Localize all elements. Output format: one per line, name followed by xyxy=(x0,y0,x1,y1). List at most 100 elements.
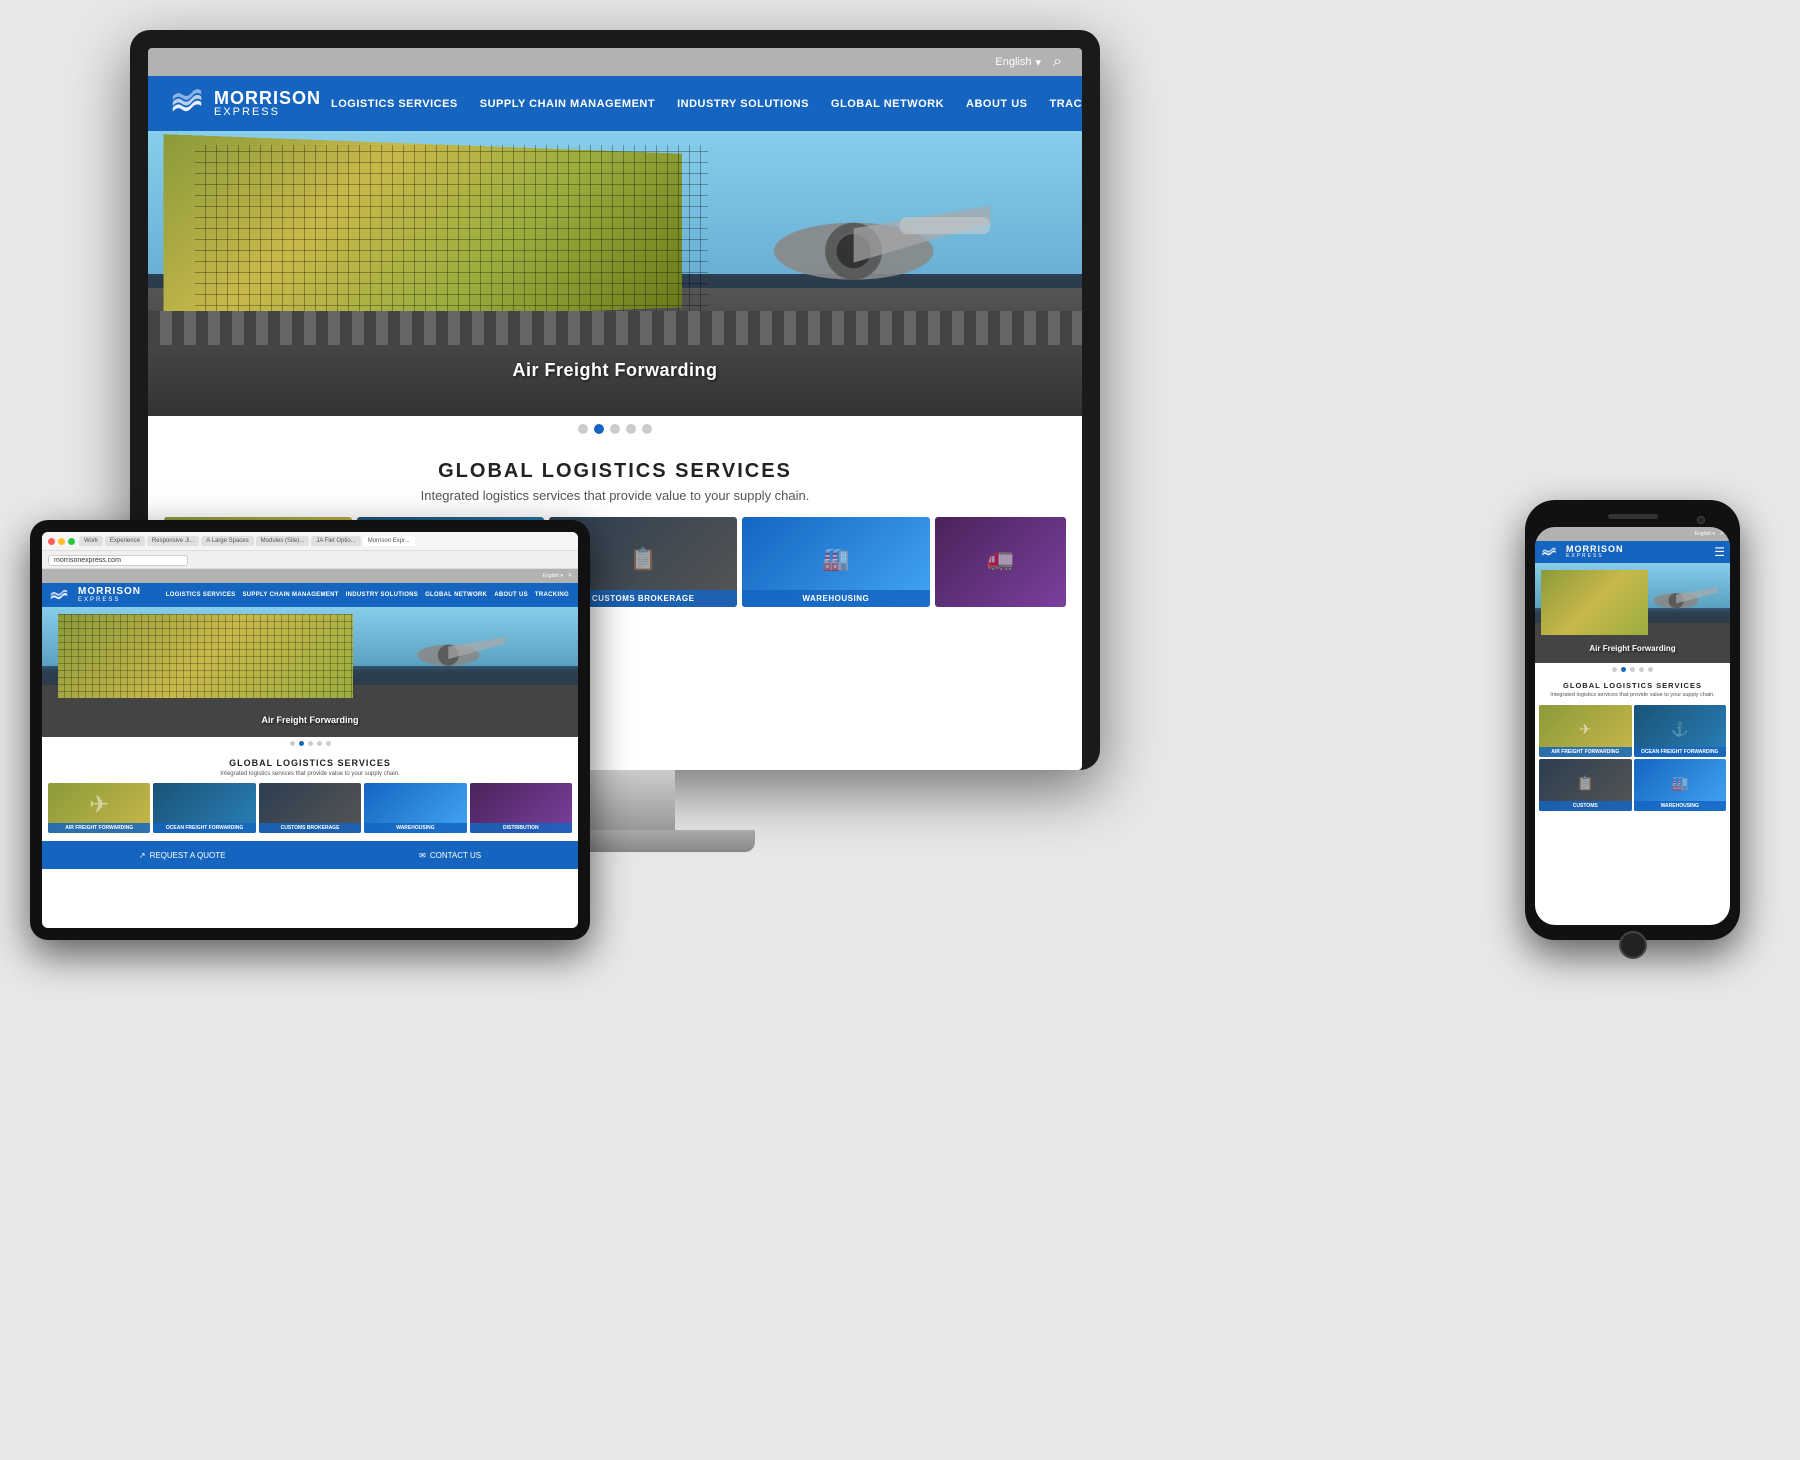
phone-logo-icon xyxy=(1540,543,1558,561)
phone-hero-dots[interactable] xyxy=(1535,663,1730,676)
tablet-nav-industry[interactable]: INDUSTRY SOLUTIONS xyxy=(343,592,421,598)
phone-service-grid: ✈ AIR FREIGHT FORWARDING ⚓ OCEAN FREIGHT… xyxy=(1535,705,1730,815)
tablet-dot-0[interactable] xyxy=(290,741,295,746)
phone-logo-tagline: EXPRESS xyxy=(1566,554,1624,559)
phone-search-icon[interactable]: ⌕ xyxy=(1720,530,1724,538)
desktop-search-icon[interactable]: ⌕ xyxy=(1053,53,1062,71)
card-warehouse-label: WAREHOUSING xyxy=(742,590,930,607)
tablet-card-warehouse-label: WAREHOUSING xyxy=(364,823,466,833)
card-distribution[interactable]: 🚛 xyxy=(935,517,1066,607)
tablet-nav-logistics[interactable]: LOGISTICS SERVICES xyxy=(163,592,239,598)
phone-card-ocean[interactable]: ⚓ OCEAN FREIGHT FORWARDING xyxy=(1634,705,1727,757)
desktop-logo[interactable]: MORRISON EXPRESS xyxy=(168,85,321,123)
tablet-dot-1[interactable] xyxy=(299,741,304,746)
hero-dot-2[interactable] xyxy=(610,424,620,434)
phone-card-air[interactable]: ✈ AIR FREIGHT FORWARDING xyxy=(1539,705,1632,757)
tab-jaflet[interactable]: JA Flet Optio... xyxy=(311,536,360,546)
tablet-nav-about[interactable]: ABOUT US xyxy=(491,592,531,598)
phone-logo[interactable]: MORRISON EXPRESS xyxy=(1540,543,1624,561)
tab-experience[interactable]: Experience xyxy=(105,536,145,546)
hero-dot-3[interactable] xyxy=(626,424,636,434)
nav-industry[interactable]: INDUSTRY SOLUTIONS xyxy=(667,98,819,110)
tablet-services: GLOBAL LOGISTICS SERVICES Integrated log… xyxy=(42,750,578,841)
tablet-dot-4[interactable] xyxy=(326,741,331,746)
phone-home-button[interactable] xyxy=(1619,931,1647,959)
phone-dot-0[interactable] xyxy=(1612,667,1617,672)
nav-global[interactable]: GLOBAL NETWORK xyxy=(821,98,954,110)
tablet-card-ocean[interactable]: OCEAN FREIGHT FORWARDING xyxy=(153,783,255,833)
nav-about[interactable]: ABOUT US xyxy=(956,98,1037,110)
tab-spaces[interactable]: A Large Spaces xyxy=(201,536,253,546)
tab-responsive[interactable]: Responsive Ji... xyxy=(147,536,199,546)
phone-services-title: GLOBAL LOGISTICS SERVICES xyxy=(1539,681,1726,690)
hero-dot-0[interactable] xyxy=(578,424,588,434)
nav-tracking[interactable]: TRACKING xyxy=(1040,98,1083,110)
logo-tagline: EXPRESS xyxy=(214,107,321,118)
tablet-card-warehouse[interactable]: WAREHOUSING xyxy=(364,783,466,833)
tablet-dot-3[interactable] xyxy=(317,741,322,746)
lang-label: English xyxy=(995,56,1031,68)
phone-hamburger-icon[interactable]: ☰ xyxy=(1714,545,1725,559)
services-subtitle: Integrated logistics services that provi… xyxy=(164,488,1066,503)
card-warehouse[interactable]: 🏭 WAREHOUSING xyxy=(742,517,930,607)
contact-icon: ✉ xyxy=(419,851,426,860)
logo-wave-icon xyxy=(168,85,206,123)
tablet-bezel: Work Experience Responsive Ji... A Large… xyxy=(30,520,590,940)
tablet-card-distribution[interactable]: DISTRIBUTION xyxy=(470,783,572,833)
tablet-card-air[interactable]: AIR FREIGHT FORWARDING xyxy=(48,783,150,833)
phone-dot-2[interactable] xyxy=(1630,667,1635,672)
phone-services-header: GLOBAL LOGISTICS SERVICES Integrated log… xyxy=(1535,676,1730,705)
nav-logistics[interactable]: LOGISTICS SERVICES xyxy=(321,98,468,110)
hero-dot-1[interactable] xyxy=(594,424,604,434)
tab-modules[interactable]: Modules (Site)... xyxy=(256,536,310,546)
tablet-hero-dots[interactable] xyxy=(42,737,578,750)
desktop-lang[interactable]: English ▾ xyxy=(995,56,1041,69)
phone-hero: Air Freight Forwarding xyxy=(1535,563,1730,663)
plane-svg xyxy=(699,160,1054,331)
phone-camera xyxy=(1697,516,1705,524)
tablet-screen: Work Experience Responsive Ji... A Large… xyxy=(42,532,578,928)
phone-card-ocean-label: OCEAN FREIGHT FORWARDING xyxy=(1634,747,1727,757)
tab-morrison[interactable]: Morrison Expr... xyxy=(363,536,415,546)
tablet-request-quote[interactable]: ↗ REQUEST A QUOTE xyxy=(139,851,226,860)
lang-arrow-icon: ▾ xyxy=(1036,56,1042,69)
phone-dot-1[interactable] xyxy=(1621,667,1626,672)
phone-bezel: English ▾ ⌕ MORRISON EXPRESS xyxy=(1525,500,1740,940)
hero-dot-4[interactable] xyxy=(642,424,652,434)
phone-lang[interactable]: English ▾ xyxy=(1695,531,1715,537)
tablet-card-ocean-label: OCEAN FREIGHT FORWARDING xyxy=(153,823,255,833)
tablet-nav-tracking[interactable]: TRACKING xyxy=(532,592,572,598)
tablet-footer: ↗ REQUEST A QUOTE ✉ CONTACT US xyxy=(42,841,578,869)
tablet-hero: Air Freight Forwarding xyxy=(42,607,578,737)
close-btn[interactable] xyxy=(48,538,55,545)
phone-card-air-label: AIR FREIGHT FORWARDING xyxy=(1539,747,1632,757)
phone-speaker xyxy=(1608,514,1658,519)
tablet-lang[interactable]: English ▾ xyxy=(543,573,563,579)
minimize-btn[interactable] xyxy=(58,538,65,545)
desktop-hero-dots[interactable] xyxy=(148,416,1082,442)
phone-card-customs[interactable]: 📋 CUSTOMS xyxy=(1539,759,1632,811)
tab-work[interactable]: Work xyxy=(79,536,103,546)
tablet-browser-bar: Work Experience Responsive Ji... A Large… xyxy=(42,532,578,551)
phone-utility-bar: English ▾ ⌕ xyxy=(1535,527,1730,541)
tablet-nav-global[interactable]: GLOBAL NETWORK xyxy=(422,592,490,598)
tablet-logo-icon xyxy=(48,584,70,606)
tablet-card-customs[interactable]: CUSTOMS BROKERAGE xyxy=(259,783,361,833)
tablet-search-icon[interactable]: ⌕ xyxy=(568,572,572,580)
tablet-logo-name: MORRISON xyxy=(78,587,141,597)
tablet-dot-2[interactable] xyxy=(308,741,313,746)
phone-dot-3[interactable] xyxy=(1639,667,1644,672)
tablet-card-air-label: AIR FREIGHT FORWARDING xyxy=(48,823,150,833)
desktop-hero-caption: Air Freight Forwarding xyxy=(148,360,1082,381)
phone-dot-4[interactable] xyxy=(1648,667,1653,672)
tablet-address-bar[interactable]: morrisonexpress.com xyxy=(48,555,188,566)
nav-supply[interactable]: SUPPLY CHAIN MANAGEMENT xyxy=(470,98,665,110)
phone-card-warehouse[interactable]: 🏭 WAREHOUSING xyxy=(1634,759,1727,811)
maximize-btn[interactable] xyxy=(68,538,75,545)
desktop-utility-bar: English ▾ ⌕ xyxy=(148,48,1082,76)
tablet-nav-supply[interactable]: SUPPLY CHAIN MANAGEMENT xyxy=(239,592,341,598)
tablet-device: Work Experience Responsive Ji... A Large… xyxy=(30,520,590,940)
tablet-card-customs-label: CUSTOMS BROKERAGE xyxy=(259,823,361,833)
tablet-logo[interactable]: MORRISON EXPRESS xyxy=(48,584,141,606)
tablet-contact-us[interactable]: ✉ CONTACT US xyxy=(419,851,481,860)
